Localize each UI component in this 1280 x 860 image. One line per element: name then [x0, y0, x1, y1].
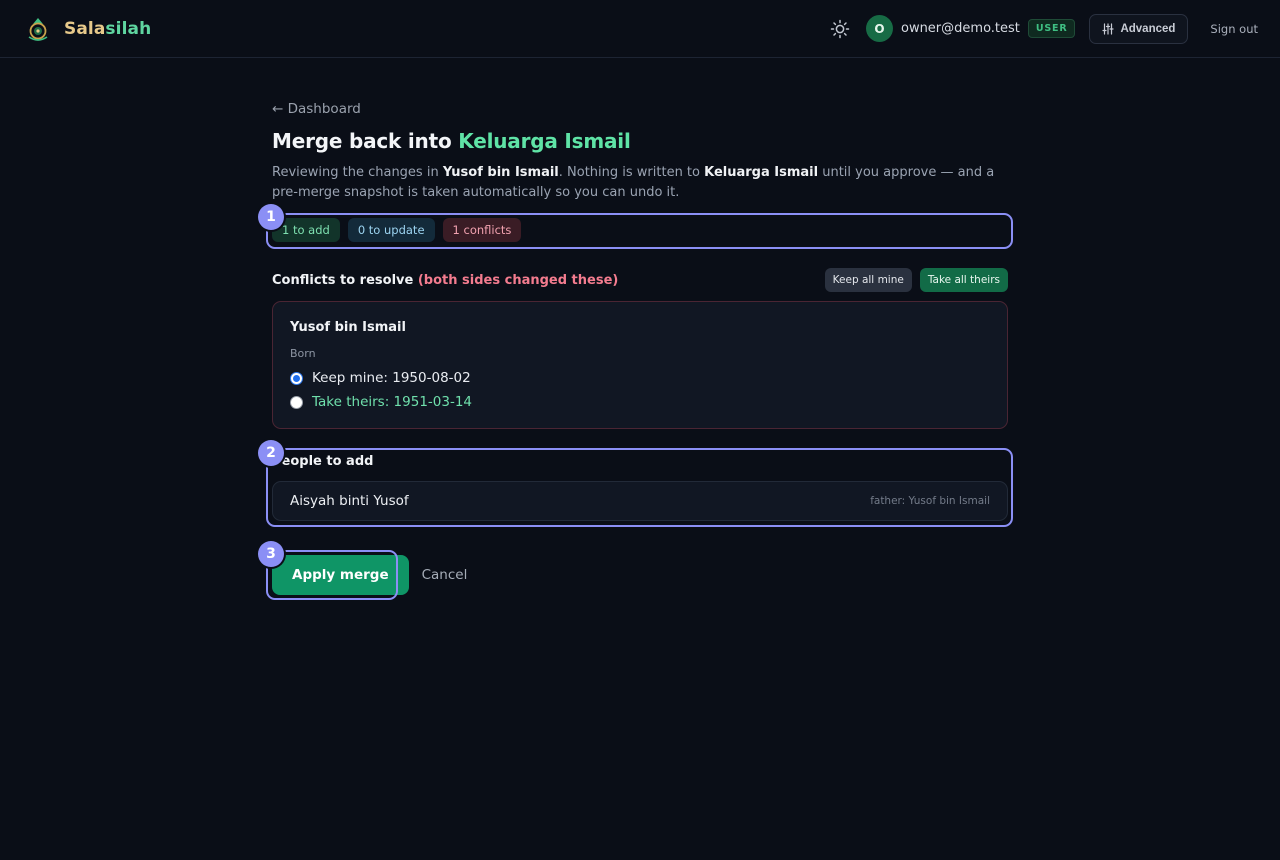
advanced-label: Advanced — [1120, 22, 1176, 35]
brand[interactable]: Salasilah — [24, 15, 151, 43]
role-badge: USER — [1027, 19, 1076, 38]
keep-mine-label: Keep mine: 1950-08-02 — [312, 370, 471, 386]
highlight-frame-3 — [266, 550, 398, 600]
sun-icon — [830, 19, 850, 38]
conflicts-note: (both sides changed these) — [413, 272, 619, 288]
back-to-dashboard-link[interactable]: ← Dashboard — [272, 101, 361, 121]
take-theirs-radio[interactable] — [290, 395, 303, 409]
conflict-card: Yusof bin Ismail Born Keep mine: 1950-08… — [272, 301, 1008, 429]
cancel-link[interactable]: Cancel — [422, 567, 468, 583]
take-theirs-option[interactable]: Take theirs: 1951-03-14 — [290, 390, 990, 414]
theme-toggle-button[interactable] — [827, 16, 853, 42]
highlight-marker-3: 3 — [258, 541, 284, 567]
conflicts-header: Conflicts to resolve (both sides changed… — [272, 268, 1008, 292]
keep-mine-option[interactable]: Keep mine: 1950-08-02 — [290, 366, 990, 390]
conflicts-bulk-actions: Keep all mine Take all theirs — [824, 268, 1008, 292]
highlight-marker-2: 2 — [258, 440, 284, 466]
page-title-prefix: Merge back into — [272, 129, 459, 153]
user-email: owner@demo.test — [900, 21, 1020, 36]
intro-part1: Reviewing the changes in — [272, 165, 443, 180]
intro-part2: . Nothing is written to — [558, 165, 705, 180]
keep-all-mine-button[interactable]: Keep all mine — [824, 268, 912, 292]
conflicts-title-text: Conflicts to resolve — [272, 272, 414, 288]
take-theirs-label: Take theirs: 1951-03-14 — [312, 394, 473, 410]
merge-review-panel: ← Dashboard Merge back into Keluarga Ism… — [258, 98, 1013, 600]
conflict-person-name: Yusof bin Ismail — [290, 320, 406, 335]
highlight-frame-2 — [266, 448, 1013, 527]
brand-name: Salasilah — [64, 19, 151, 39]
conflict-field-label: Born — [290, 347, 316, 360]
merge-intro-text: Reviewing the changes in Yusof bin Ismai… — [272, 163, 1002, 203]
advanced-button[interactable]: Advanced — [1089, 13, 1189, 44]
highlight-frame-1 — [266, 213, 1013, 249]
highlight-marker-1: 1 — [258, 204, 284, 230]
brand-logo-icon — [28, 17, 48, 41]
brand-name-part1: Sala — [64, 18, 106, 39]
take-all-theirs-button[interactable]: Take all theirs — [919, 268, 1008, 292]
conflicts-title: Conflicts to resolve (both sides changed… — [272, 273, 618, 288]
avatar[interactable]: O — [865, 15, 893, 42]
intro-target-tree: Keluarga Ismail — [704, 165, 819, 180]
keep-mine-radio[interactable] — [290, 371, 303, 385]
intro-source-tree: Yusof bin Ismail — [442, 165, 559, 180]
sign-out-link[interactable]: Sign out — [1210, 22, 1258, 36]
top-bar: Salasilah O owner@demo.test USER Advance… — [0, 0, 1280, 58]
sliders-icon — [1102, 22, 1115, 35]
page-title: Merge back into Keluarga Ismail — [272, 129, 1008, 155]
page-title-target: Keluarga Ismail — [458, 129, 631, 153]
brand-name-part2: silah — [105, 18, 152, 39]
header-actions: O owner@demo.test USER Advanced Sign out — [827, 13, 1258, 44]
